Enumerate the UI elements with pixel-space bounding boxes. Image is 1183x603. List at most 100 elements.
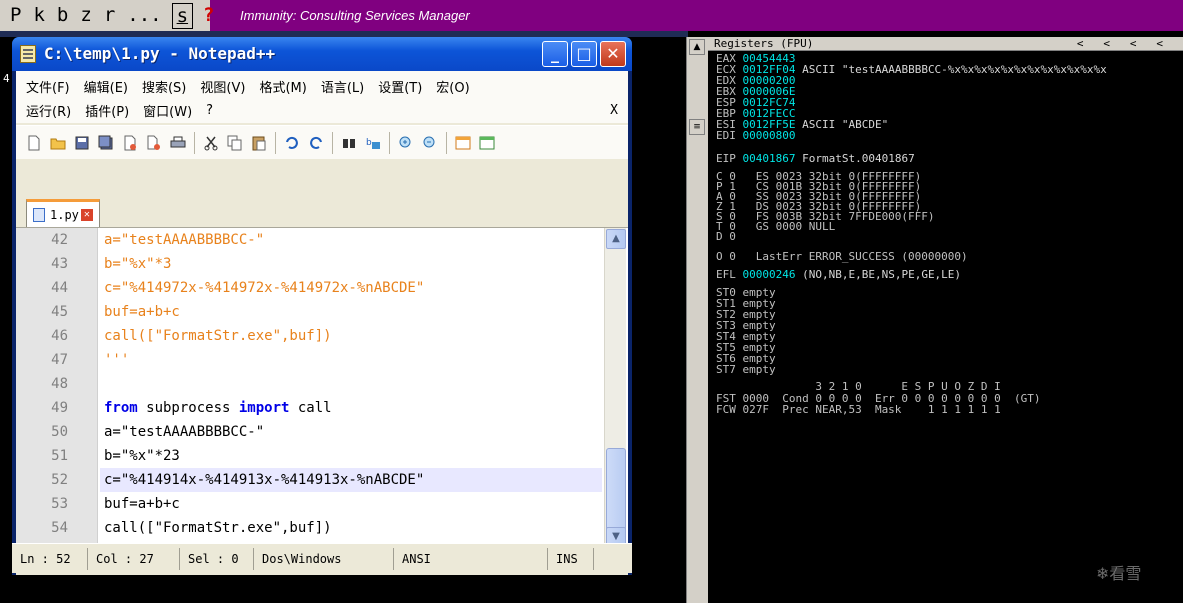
cut-icon[interactable]: [202, 134, 220, 152]
new-icon[interactable]: [25, 134, 43, 152]
menu-format[interactable]: 格式(M): [259, 77, 306, 96]
tab-close-icon[interactable]: ✕: [80, 208, 93, 221]
scroll-up-icon[interactable]: ▲: [606, 229, 626, 249]
close-icon[interactable]: [121, 134, 139, 152]
immunity-title: Immunity: Consulting Services Manager: [240, 8, 470, 23]
menu-edit[interactable]: 编辑(E): [84, 77, 128, 96]
chevron-up-icon[interactable]: ▲: [689, 39, 705, 55]
menu-plugins[interactable]: 插件(P): [85, 101, 129, 120]
pane-splitter[interactable]: ▲ ≡: [686, 37, 708, 603]
status-bar: Ln : 52 Col : 27 Sel : 0 Dos\Windows ANS…: [12, 543, 632, 573]
minimize-button[interactable]: _: [542, 41, 568, 67]
menu-search[interactable]: 搜索(S): [142, 77, 186, 96]
vertical-scroll-thumb[interactable]: [606, 448, 626, 534]
code-line: buf=a+b+c: [104, 304, 180, 320]
line-number: 47: [51, 352, 68, 368]
toolbar-button-r[interactable]: r: [98, 3, 121, 29]
open-icon[interactable]: [49, 134, 67, 152]
efl-value: 00000246: [742, 268, 796, 281]
replace-icon[interactable]: b: [364, 134, 382, 152]
copy-icon[interactable]: [226, 134, 244, 152]
zoom-out-icon[interactable]: [421, 134, 439, 152]
eip-comment: FormatSt.00401867: [802, 152, 915, 165]
vertical-scrollbar[interactable]: ▲ ▼: [604, 228, 626, 550]
register-nav-arrows[interactable]: < < < <: [1077, 37, 1163, 51]
line-number: 46: [51, 328, 68, 344]
list-icon[interactable]: ≡: [689, 119, 705, 135]
menu-macro[interactable]: 宏(O): [436, 77, 469, 96]
undo-icon[interactable]: [283, 134, 301, 152]
registers-header: Registers (FPU) < < < <: [708, 37, 1183, 51]
fpu-status-header: 3 2 1 0 E S P U O Z D I: [716, 380, 1001, 393]
close-button[interactable]: ✕: [600, 41, 626, 67]
eip-register[interactable]: EIP 00401867 FormatSt.00401867: [716, 153, 915, 164]
toolbar-button-k[interactable]: k: [27, 3, 50, 29]
notepad-titlebar[interactable]: C:\temp\1.py - Notepad++ _ □ ✕: [12, 37, 632, 71]
snowflake-icon: ❄: [1096, 564, 1110, 583]
code-line: a="testAAAABBBBCC-": [104, 232, 265, 248]
maximize-button[interactable]: □: [571, 41, 597, 67]
line-number: 42: [51, 232, 68, 248]
fpu-st-row[interactable]: ST7 empty: [716, 364, 776, 375]
toolbar-button-z[interactable]: z: [74, 3, 97, 29]
menu-run[interactable]: 运行(R): [26, 101, 71, 120]
save-all-icon[interactable]: [97, 134, 115, 152]
toolbar-button-s[interactable]: s: [171, 2, 194, 29]
sync-h-icon[interactable]: [478, 134, 496, 152]
immunity-button-group: P k b z r ... s ?: [0, 0, 215, 31]
register-row[interactable]: EDI 00000800: [716, 130, 802, 141]
toolbar-separator: [194, 131, 195, 154]
find-icon[interactable]: [340, 134, 358, 152]
status-eol: Dos\Windows: [254, 547, 394, 570]
fcw-register: FCW 027F Prec NEAR,53 Mask 1 1 1 1 1 1: [716, 403, 1001, 416]
toolbar-button-p[interactable]: P: [4, 3, 27, 29]
flag-row[interactable]: D 0: [716, 231, 736, 242]
save-icon[interactable]: [73, 134, 91, 152]
svg-text:b: b: [366, 138, 372, 148]
line-number: 48: [51, 376, 68, 392]
register-comment: ASCII "ABCDE": [802, 118, 889, 131]
menu-view[interactable]: 视图(V): [200, 77, 245, 96]
status-insert-mode: INS: [548, 547, 594, 570]
side-marker: 4: [3, 72, 10, 85]
notepad-window: C:\temp\1.py - Notepad++ _ □ ✕ 文件(F) 编辑(…: [12, 37, 632, 575]
sync-v-icon[interactable]: [454, 134, 472, 152]
code-editor[interactable]: 42 43 44 45 46 47 48 49 50 51 52 53 54 a…: [16, 227, 628, 550]
menu-row-primary: 文件(F) 编辑(E) 搜索(S) 视图(V) 格式(M) 语言(L) 设置(T…: [16, 73, 484, 99]
close-document-button[interactable]: X: [610, 103, 618, 118]
menu-language[interactable]: 语言(L): [321, 77, 364, 96]
current-code-line: c="%414914x-%414913x-%414913x-%nABCDE": [100, 468, 602, 492]
registers-pane: Registers (FPU) < < < < EAX 00454443 ECX…: [708, 37, 1183, 603]
status-selection: Sel : 0: [180, 547, 254, 570]
watermark-logo: ❄看雪: [1096, 560, 1141, 584]
menu-help[interactable]: ?: [206, 103, 213, 118]
menu-bar: 文件(F) 编辑(E) 搜索(S) 视图(V) 格式(M) 语言(L) 设置(T…: [16, 71, 628, 123]
efl-register[interactable]: EFL 00000246 (NO,NB,E,BE,NS,PE,GE,LE): [716, 269, 961, 280]
menu-window[interactable]: 窗口(W): [143, 101, 192, 120]
toolbar-button-b[interactable]: b: [51, 3, 74, 29]
line-number: 53: [51, 496, 68, 512]
help-button[interactable]: ?: [197, 3, 220, 29]
zoom-in-icon[interactable]: [397, 134, 415, 152]
redo-icon[interactable]: [307, 134, 325, 152]
menu-settings[interactable]: 设置(T): [378, 77, 422, 96]
code-line: ''': [104, 352, 130, 368]
notepad-toolbar: b: [16, 125, 628, 159]
tab-1-py[interactable]: 1.py ✕: [26, 199, 100, 227]
status-line: Ln : 52: [12, 547, 88, 570]
toolbar-separator: [389, 131, 390, 154]
paste-icon[interactable]: [250, 134, 268, 152]
menu-file[interactable]: 文件(F): [26, 77, 70, 96]
status-column: Col : 27: [88, 547, 180, 570]
print-icon[interactable]: [169, 134, 187, 152]
efl-comment: (NO,NB,E,BE,NS,PE,GE,LE): [802, 268, 962, 281]
flag-row[interactable]: O 0 LastErr ERROR_SUCCESS (00000000): [716, 251, 968, 262]
watermark-text: 看雪: [1109, 564, 1142, 583]
close-all-icon[interactable]: [145, 134, 163, 152]
eip-value: 00401867: [742, 152, 796, 165]
code-line: call(["FormatStr.exe",buf]): [104, 520, 332, 536]
eip-label: EIP: [716, 152, 736, 165]
code-line: buf=a+b+c: [104, 496, 180, 512]
toolbar-button-more[interactable]: ...: [121, 3, 167, 29]
code-area[interactable]: a="testAAAABBBBCC-" b="%x"*3 c="%414972x…: [100, 228, 602, 550]
